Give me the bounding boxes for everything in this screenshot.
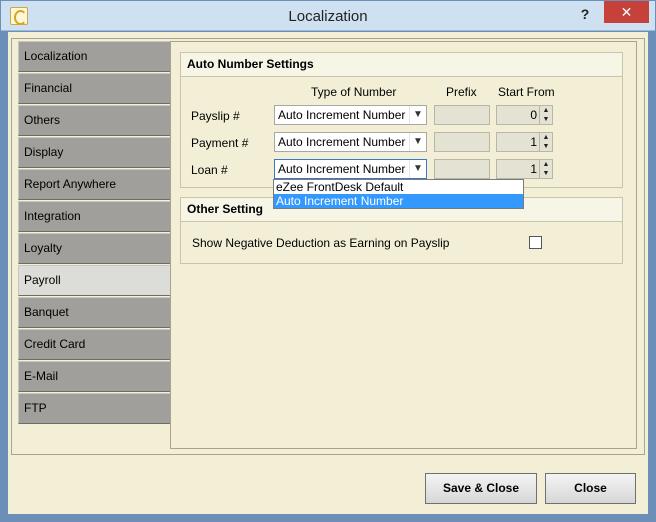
loan-label: Loan # [191,163,228,177]
payslip-prefix-input[interactable] [434,105,490,125]
close-window-button[interactable]: ✕ [604,1,649,23]
nav-item-ftp[interactable]: FTP [18,393,171,424]
nav-item-integration[interactable]: Integration [18,201,171,232]
negative-deduction-label: Show Negative Deduction as Earning on Pa… [192,236,450,250]
col-start-header: Start From [498,85,555,99]
nav-item-email[interactable]: E-Mail [18,361,171,392]
payslip-start-stepper[interactable]: 0 ▲ ▼ [496,105,553,125]
payment-type-select[interactable]: Auto Increment Number ▼ [274,132,427,152]
arrow-up-icon[interactable]: ▲ [539,160,552,169]
chevron-down-icon[interactable]: ▼ [409,133,426,151]
payslip-type-select[interactable]: Auto Increment Number ▼ [274,105,427,125]
dropdown-option-frontdesk-default[interactable]: eZee FrontDesk Default [274,180,523,194]
loan-start-value: 1 [530,162,537,176]
title-bar[interactable]: Localization ? ✕ [1,1,655,31]
arrow-down-icon[interactable]: ▼ [539,142,552,151]
save-and-close-button[interactable]: Save & Close [425,473,537,504]
loan-type-dropdown-list: eZee FrontDesk Default Auto Increment Nu… [273,179,524,209]
arrow-down-icon[interactable]: ▼ [539,169,552,178]
chevron-down-icon[interactable]: ▼ [409,106,426,124]
nav-item-others[interactable]: Others [18,105,171,136]
arrow-down-icon[interactable]: ▼ [539,115,552,124]
loan-type-value: Auto Increment Number [278,162,406,176]
nav-item-localization[interactable]: Localization [18,41,171,72]
col-prefix-header: Prefix [446,85,477,99]
payslip-label: Payslip # [191,109,240,123]
payment-label: Payment # [191,136,249,150]
payment-start-stepper[interactable]: 1 ▲ ▼ [496,132,553,152]
nav-item-financial[interactable]: Financial [18,73,171,104]
auto-number-group: Auto Number Settings Type of Number Pref… [180,52,623,188]
loan-type-select[interactable]: Auto Increment Number ▼ [274,159,427,179]
nav-item-payroll[interactable]: Payroll [18,265,171,296]
arrow-up-icon[interactable]: ▲ [539,106,552,115]
negative-deduction-checkbox[interactable] [529,236,542,249]
client-area: Localization Financial Others Display Re… [8,32,648,514]
payment-start-value: 1 [530,135,537,149]
chevron-down-icon[interactable]: ▼ [409,160,426,178]
nav-item-banquet[interactable]: Banquet [18,297,171,328]
nav-item-display[interactable]: Display [18,137,171,168]
window-title: Localization [288,8,368,25]
payslip-type-value: Auto Increment Number [278,108,406,122]
localization-window: Localization ? ✕ Localization Financial … [0,0,656,522]
nav-item-loyalty[interactable]: Loyalty [18,233,171,264]
loan-start-stepper[interactable]: 1 ▲ ▼ [496,159,553,179]
col-type-header: Type of Number [311,85,397,99]
nav-item-report-anywhere[interactable]: Report Anywhere [18,169,171,200]
arrow-up-icon[interactable]: ▲ [539,133,552,142]
nav-item-credit-card[interactable]: Credit Card [18,329,171,360]
loan-prefix-input[interactable] [434,159,490,179]
dropdown-option-auto-increment[interactable]: Auto Increment Number [274,194,523,208]
payment-prefix-input[interactable] [434,132,490,152]
payment-type-value: Auto Increment Number [278,135,406,149]
close-button[interactable]: Close [545,473,636,504]
payroll-content: Auto Number Settings Type of Number Pref… [170,41,637,449]
help-button[interactable]: ? [575,4,595,24]
payslip-start-value: 0 [530,108,537,122]
auto-number-title: Auto Number Settings [181,53,622,77]
